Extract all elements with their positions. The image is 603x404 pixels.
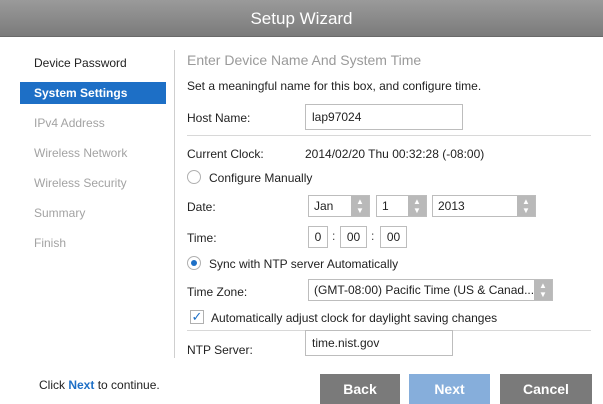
- minute-input[interactable]: 00: [340, 226, 367, 248]
- ntp-server-label: NTP Server:: [187, 343, 253, 357]
- time-separator: :: [371, 229, 375, 243]
- hour-input[interactable]: 0: [308, 226, 328, 248]
- sync-ntp-label[interactable]: Sync with NTP server Automatically: [209, 257, 398, 271]
- footer-hint-suffix: to continue.: [94, 378, 160, 392]
- wizard-steps-sidebar: Device Password System Settings IPv4 Add…: [20, 48, 166, 258]
- ntp-server-input[interactable]: [305, 330, 453, 356]
- footer-hint: Click Next to continue.: [39, 378, 160, 392]
- year-value: 2013: [438, 199, 465, 213]
- day-select[interactable]: 1 ▲ ▼: [376, 195, 427, 217]
- time-zone-select[interactable]: (GMT-08:00) Pacific Time (US & Canad... …: [308, 279, 553, 301]
- month-select[interactable]: Jan ▲ ▼: [308, 195, 370, 217]
- sidebar-divider: [174, 50, 175, 358]
- year-select[interactable]: 2013 ▲ ▼: [432, 195, 536, 217]
- month-up-down-arrows-icon[interactable]: ▲ ▼: [351, 196, 369, 216]
- divider: [187, 135, 591, 136]
- configure-manually-label[interactable]: Configure Manually: [209, 171, 312, 185]
- dst-checkmark-icon[interactable]: ✓: [190, 310, 204, 324]
- time-separator: :: [332, 229, 336, 243]
- sidebar-item-wireless-security: Wireless Security: [34, 176, 127, 190]
- page-description: Set a meaningful name for this box, and …: [187, 79, 482, 93]
- page-title: Enter Device Name And System Time: [187, 52, 422, 68]
- host-name-input[interactable]: [305, 104, 463, 130]
- dst-label[interactable]: Automatically adjust clock for daylight …: [211, 311, 497, 325]
- time-label: Time:: [187, 231, 217, 245]
- sync-ntp-radio-icon[interactable]: [187, 256, 201, 270]
- sidebar-item-summary: Summary: [34, 206, 86, 220]
- cancel-button[interactable]: Cancel: [500, 374, 592, 404]
- time-zone-value: (GMT-08:00) Pacific Time (US & Canad...: [314, 283, 535, 297]
- month-value: Jan: [314, 199, 334, 213]
- footer-hint-prefix: Click: [39, 378, 69, 392]
- year-up-down-arrows-icon[interactable]: ▲ ▼: [517, 196, 535, 216]
- current-clock-value: 2014/02/20 Thu 00:32:28 (-08:00): [305, 147, 485, 161]
- sidebar-item-ipv4-address: IPv4 Address: [34, 116, 105, 130]
- sidebar-item-device-password[interactable]: Device Password: [20, 48, 166, 78]
- sidebar-item-wireless-network: Wireless Network: [34, 146, 128, 160]
- time-zone-label: Time Zone:: [187, 285, 248, 299]
- second-input[interactable]: 00: [380, 226, 407, 248]
- date-label: Date:: [187, 200, 216, 214]
- configure-manually-radio-icon[interactable]: [187, 170, 201, 184]
- next-button[interactable]: Next: [409, 374, 490, 404]
- footer-next-link[interactable]: Next: [68, 378, 94, 392]
- time-zone-up-down-arrows-icon[interactable]: ▲ ▼: [534, 280, 552, 300]
- sidebar-item-finish: Finish: [34, 236, 67, 250]
- day-up-down-arrows-icon[interactable]: ▲ ▼: [408, 196, 426, 216]
- host-name-label: Host Name:: [187, 111, 251, 125]
- window-title: Setup Wizard: [0, 0, 603, 37]
- current-clock-label: Current Clock:: [187, 147, 264, 161]
- back-button[interactable]: Back: [320, 374, 400, 404]
- sidebar-item-system-settings[interactable]: System Settings: [20, 82, 166, 104]
- day-value: 1: [382, 199, 389, 213]
